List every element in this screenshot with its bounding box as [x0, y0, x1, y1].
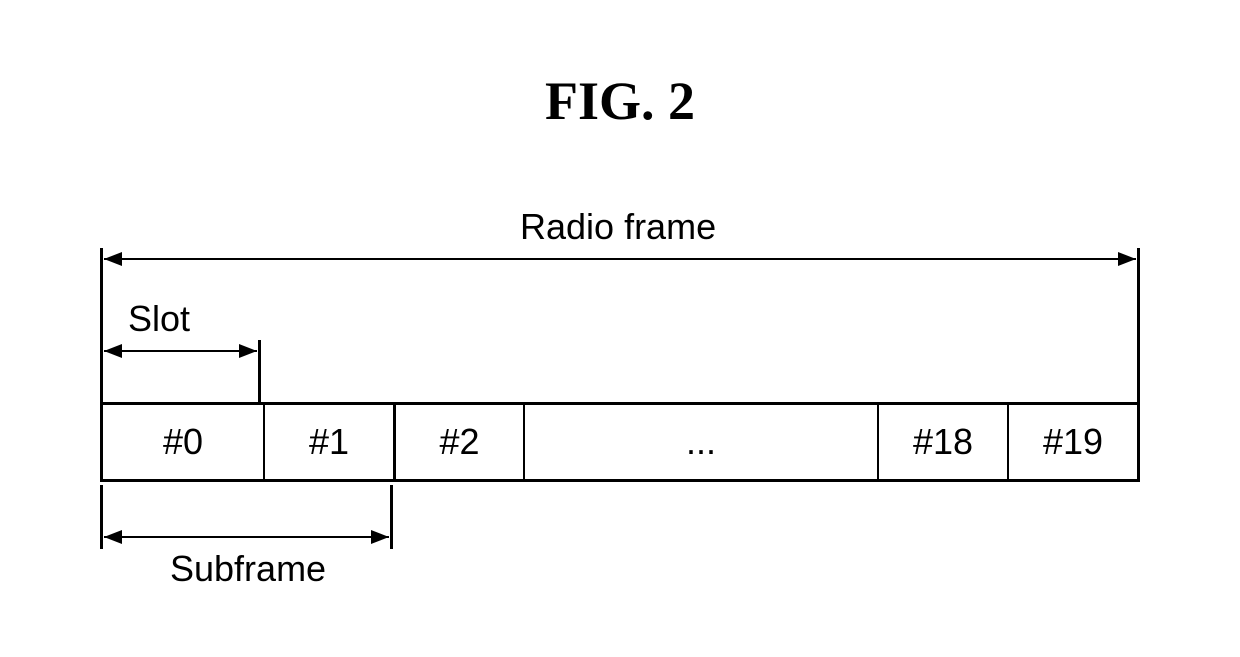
slot-dim: [104, 350, 257, 352]
subframe-dim: [104, 536, 389, 538]
radio-frame-dim: [104, 258, 1136, 260]
subframe-label: Subframe: [170, 548, 326, 590]
subframe-tick-left: [100, 485, 103, 549]
slot-19: #19: [1007, 405, 1137, 479]
slot-label: Slot: [128, 298, 190, 340]
slot-2: #2: [393, 405, 523, 479]
slot-0: #0: [103, 405, 263, 479]
slot-tick-right: [258, 340, 261, 402]
radio-frame-tick-right: [1137, 248, 1140, 402]
figure-title: FIG. 2: [0, 70, 1240, 132]
figure-stage: FIG. 2 Radio frame Slot #0 #1 #2 ... #18…: [0, 0, 1240, 657]
slot-row: #0 #1 #2 ... #18 #19: [100, 402, 1140, 482]
slot-ellipsis: ...: [523, 405, 877, 479]
radio-frame-tick-left: [100, 248, 103, 402]
radio-frame-label: Radio frame: [520, 206, 716, 248]
slot-18: #18: [877, 405, 1007, 479]
slot-1: #1: [263, 405, 393, 479]
subframe-tick-right: [390, 485, 393, 549]
